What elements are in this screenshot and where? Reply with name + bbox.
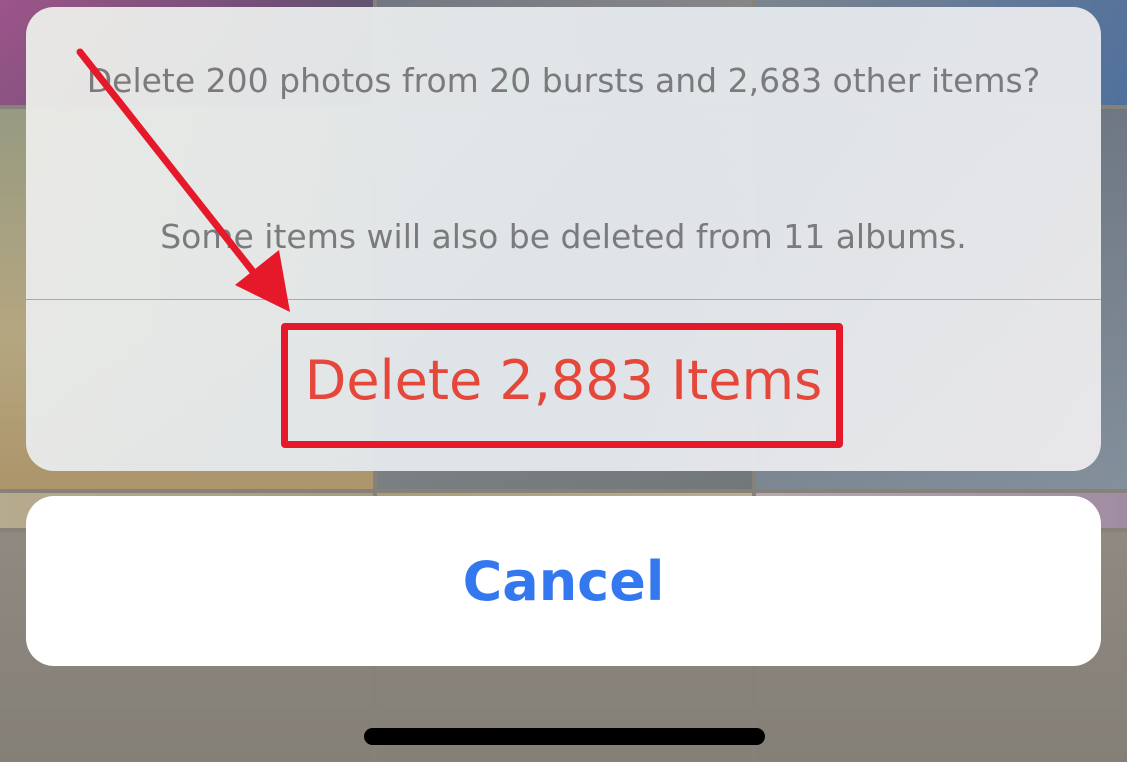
home-indicator[interactable] [364,728,765,745]
delete-confirmation-alert: Delete 200 photos from 20 bursts and 2,6… [26,7,1101,471]
cancel-label: Cancel [462,549,665,613]
cancel-button[interactable]: Cancel [26,496,1101,666]
screen: Delete 200 photos from 20 bursts and 2,6… [0,0,1127,762]
delete-items-label: Delete 2,883 Items [304,349,823,412]
delete-items-button[interactable]: Delete 2,883 Items [26,300,1101,471]
alert-message: Delete 200 photos from 20 bursts and 2,6… [86,61,1041,100]
alert-note: Some items will also be deleted from 11 … [160,217,967,256]
